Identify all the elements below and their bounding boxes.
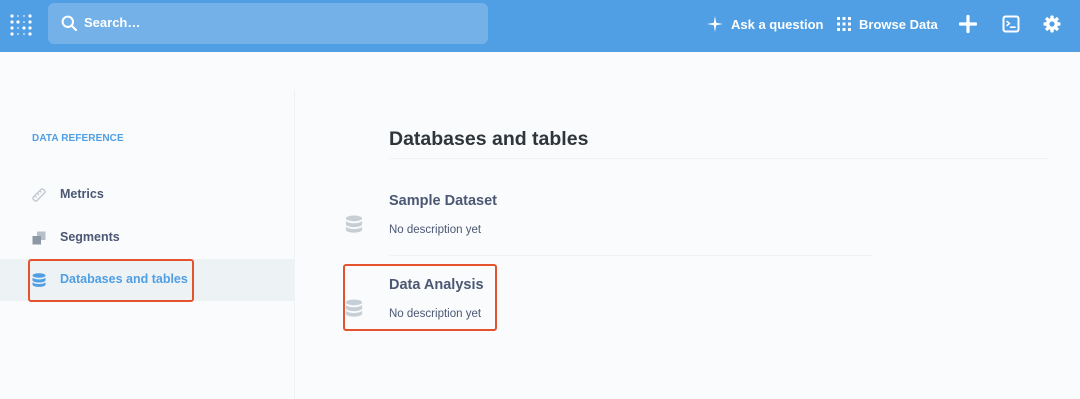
database-name[interactable]: Sample Dataset bbox=[389, 193, 497, 209]
search-icon bbox=[61, 15, 77, 31]
top-navigation-bar: Search… Ask a question Browse Data bbox=[0, 0, 1080, 52]
search-bar[interactable]: Search… bbox=[48, 3, 488, 44]
ruler-icon bbox=[32, 188, 46, 202]
database-description: No description yet bbox=[389, 224, 482, 236]
browse-data-button[interactable]: Browse Data bbox=[837, 0, 938, 48]
grid-icon bbox=[837, 17, 851, 31]
plus-icon[interactable] bbox=[958, 14, 978, 34]
highlight-box-database bbox=[343, 264, 497, 331]
row-divider bbox=[389, 255, 873, 256]
sidebar-heading: DATA REFERENCE bbox=[32, 133, 124, 144]
database-list-item[interactable]: Sample Dataset No description yet bbox=[330, 190, 875, 270]
ask-question-button[interactable]: Ask a question bbox=[707, 0, 823, 48]
search-input[interactable]: Search… bbox=[84, 15, 140, 30]
sparkle-icon bbox=[707, 16, 723, 32]
metabase-logo-icon[interactable] bbox=[9, 13, 33, 37]
title-divider bbox=[389, 158, 1048, 159]
data-reference-sidebar: DATA REFERENCE Metrics Segments Database… bbox=[0, 90, 295, 399]
sidebar-item-label: Segments bbox=[60, 230, 120, 244]
page-title: Databases and tables bbox=[389, 128, 589, 150]
database-icon bbox=[345, 215, 363, 233]
browse-data-label: Browse Data bbox=[859, 16, 938, 32]
highlight-box-sidebar bbox=[28, 259, 194, 302]
sidebar-item-metrics[interactable]: Metrics bbox=[0, 174, 295, 216]
gear-icon[interactable] bbox=[1042, 14, 1062, 34]
sidebar-item-segments[interactable]: Segments bbox=[0, 217, 295, 259]
segment-icon bbox=[32, 231, 46, 245]
ask-question-label: Ask a question bbox=[731, 16, 824, 32]
sql-editor-icon[interactable] bbox=[1001, 14, 1021, 34]
sidebar-item-label: Metrics bbox=[60, 187, 104, 201]
